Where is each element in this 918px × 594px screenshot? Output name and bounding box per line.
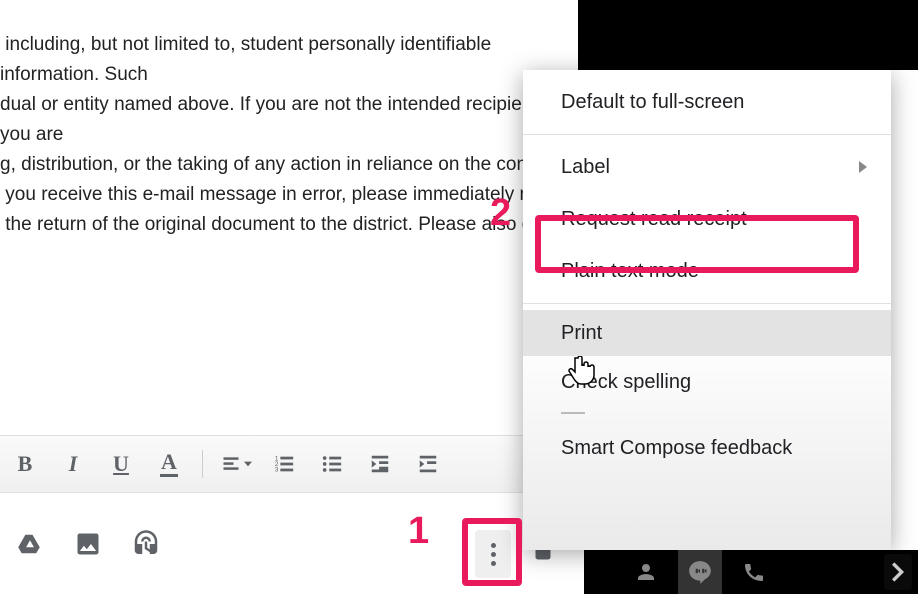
- menu-smart-compose-feedback[interactable]: Smart Compose feedback: [523, 422, 891, 474]
- annotation-number-2: 2: [490, 192, 511, 235]
- menu-divider: [523, 134, 891, 135]
- menu-label[interactable]: Label: [523, 141, 891, 193]
- menu-check-spelling[interactable]: Check spelling: [523, 356, 891, 408]
- menu-short-divider: [561, 412, 585, 414]
- insert-photo-icon[interactable]: [68, 524, 108, 564]
- toolbar-separator: [202, 450, 203, 478]
- italic-button[interactable]: I: [54, 445, 92, 483]
- more-options-button[interactable]: [475, 530, 511, 578]
- indent-more-button[interactable]: [409, 445, 447, 483]
- confidential-mode-icon[interactable]: [126, 524, 166, 564]
- bulleted-list-button[interactable]: [313, 445, 351, 483]
- expand-chevron-icon[interactable]: [884, 554, 912, 590]
- menu-print[interactable]: Print: [523, 310, 891, 356]
- indent-less-button[interactable]: [361, 445, 399, 483]
- phone-icon[interactable]: [732, 550, 776, 594]
- text-color-button[interactable]: A: [150, 445, 188, 483]
- annotation-number-1: 1: [408, 510, 429, 553]
- align-button[interactable]: [217, 445, 255, 483]
- hangouts-icon[interactable]: [678, 550, 722, 594]
- menu-default-fullscreen[interactable]: Default to full-screen: [523, 76, 891, 128]
- person-icon[interactable]: [624, 550, 668, 594]
- bold-button[interactable]: B: [6, 445, 44, 483]
- menu-label-text: Label: [561, 156, 610, 179]
- formatting-toolbar: B I U A 123: [0, 435, 584, 493]
- drive-icon[interactable]: [10, 524, 50, 564]
- numbered-list-button[interactable]: 123: [265, 445, 303, 483]
- menu-divider: [523, 303, 891, 304]
- menu-request-read-receipt[interactable]: Request read receipt: [523, 193, 891, 245]
- hangouts-bar: [584, 550, 918, 594]
- more-vertical-icon: [491, 543, 496, 566]
- menu-plain-text-mode[interactable]: Plain text mode: [523, 245, 891, 297]
- more-options-menu: Default to full-screen Label Request rea…: [523, 70, 891, 550]
- chevron-right-icon: [859, 161, 867, 173]
- underline-button[interactable]: U: [102, 445, 140, 483]
- svg-text:3: 3: [275, 466, 279, 473]
- dark-panel-top: [578, 0, 918, 70]
